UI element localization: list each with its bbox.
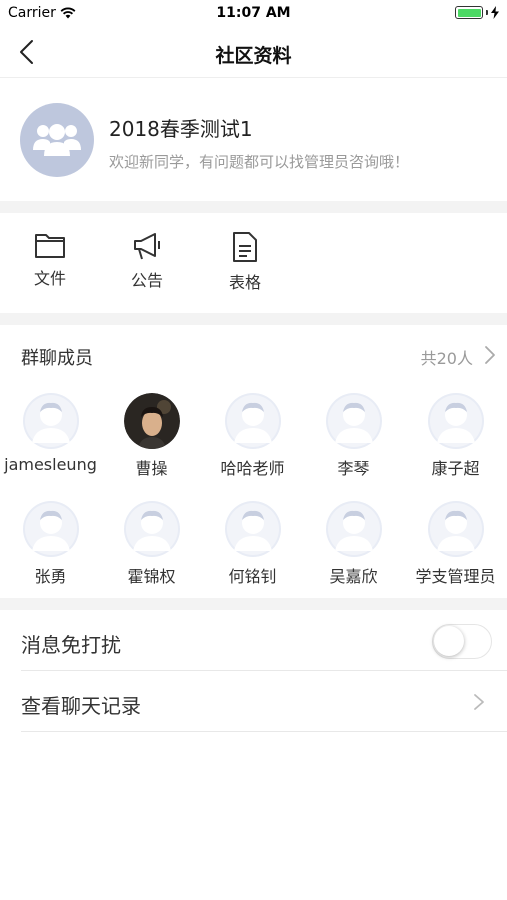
members-title: 群聊成员 [21,348,93,369]
member-item[interactable]: 学支管理员 [405,501,506,587]
member-name: 霍锦权 [127,567,176,586]
member-avatar [325,501,382,557]
group-profile: 2018春季测试1 欢迎新同学，有问题都可以找管理员咨询哦！ [0,79,507,201]
default-avatar-icon [327,395,380,447]
mute-toggle[interactable] [432,624,492,659]
member-name: 张勇 [34,567,67,586]
member-avatar [224,393,281,449]
member-photo [123,393,180,449]
member-item[interactable]: 康子超 [405,393,506,479]
default-avatar-icon [226,395,279,447]
toggle-knob [434,626,464,656]
default-avatar-icon [226,503,279,555]
member-name: 康子超 [431,459,480,478]
battery-icon [455,6,483,19]
navigation-bar: 社区资料 [0,26,507,78]
clock: 11:07 AM [216,5,291,21]
files-tool-label: 文件 [33,269,66,288]
member-item[interactable]: 霍锦权 [101,501,202,587]
member-avatar [22,501,79,557]
settings-list: 消息免打扰 查看聊天记录 [0,610,507,732]
member-avatar [224,501,281,557]
charging-bolt-icon [491,6,499,19]
member-name: 何铭钊 [228,567,277,586]
member-avatar [123,393,180,449]
document-icon [233,232,257,262]
section-divider [0,313,507,325]
section-divider [0,598,507,610]
member-avatar [22,393,79,449]
page-title: 社区资料 [215,45,292,67]
member-avatar [123,501,180,557]
files-tool[interactable]: 文件 [15,231,85,289]
default-avatar-icon [24,503,77,555]
member-name: 哈哈老师 [220,459,285,478]
mute-row: 消息免打扰 [21,610,507,671]
member-avatar [325,393,382,449]
member-item[interactable]: 张勇 [0,501,101,587]
member-item[interactable]: jamesleung [0,393,101,474]
group-name: 2018春季测试1 [109,117,253,141]
member-item[interactable]: 曹操 [101,393,202,479]
chevron-right-icon [474,694,484,710]
chat-history-row[interactable]: 查看聊天记录 [21,671,507,732]
default-avatar-icon [125,503,178,555]
status-bar: Carrier 11:07 AM [0,0,507,26]
chevron-right-icon[interactable] [483,345,497,365]
form-tool[interactable]: 表格 [210,231,280,293]
member-item[interactable]: 李琴 [303,393,404,479]
default-avatar-icon [24,395,77,447]
group-avatar [20,103,94,177]
member-name: jamesleung [4,455,97,474]
battery-indicator [455,6,499,19]
battery-fill [457,8,481,17]
member-name: 曹操 [135,459,168,478]
group-users-icon [33,124,81,156]
members-count[interactable]: 共20人 [421,345,473,369]
member-name: 学支管理员 [415,567,496,586]
folder-icon [35,234,65,258]
member-item[interactable]: 吴嘉欣 [303,501,404,587]
form-tool-label: 表格 [228,273,261,292]
announcement-tool[interactable]: 公告 [112,231,182,291]
default-avatar-icon [429,503,482,555]
mute-label: 消息免打扰 [21,633,121,657]
group-tools: 文件 公告 表格 [0,213,507,313]
members-section: 群聊成员 共20人 jamesleung 曹操 哈哈老师 李琴 康子超张勇 霍锦权 何铭钊 吴… [0,325,507,598]
member-item[interactable]: 哈哈老师 [202,393,303,479]
member-item[interactable]: 何铭钊 [202,501,303,587]
chat-history-label: 查看聊天记录 [21,694,141,718]
megaphone-icon [134,233,160,260]
default-avatar-icon [429,395,482,447]
group-description: 欢迎新同学，有问题都可以找管理员咨询哦！ [109,153,410,171]
default-avatar-icon [327,503,380,555]
announcement-tool-label: 公告 [130,271,163,290]
section-divider [0,201,507,213]
member-avatar [427,393,484,449]
member-avatar [427,501,484,557]
member-name: 李琴 [337,459,370,478]
member-name: 吴嘉欣 [329,567,378,586]
